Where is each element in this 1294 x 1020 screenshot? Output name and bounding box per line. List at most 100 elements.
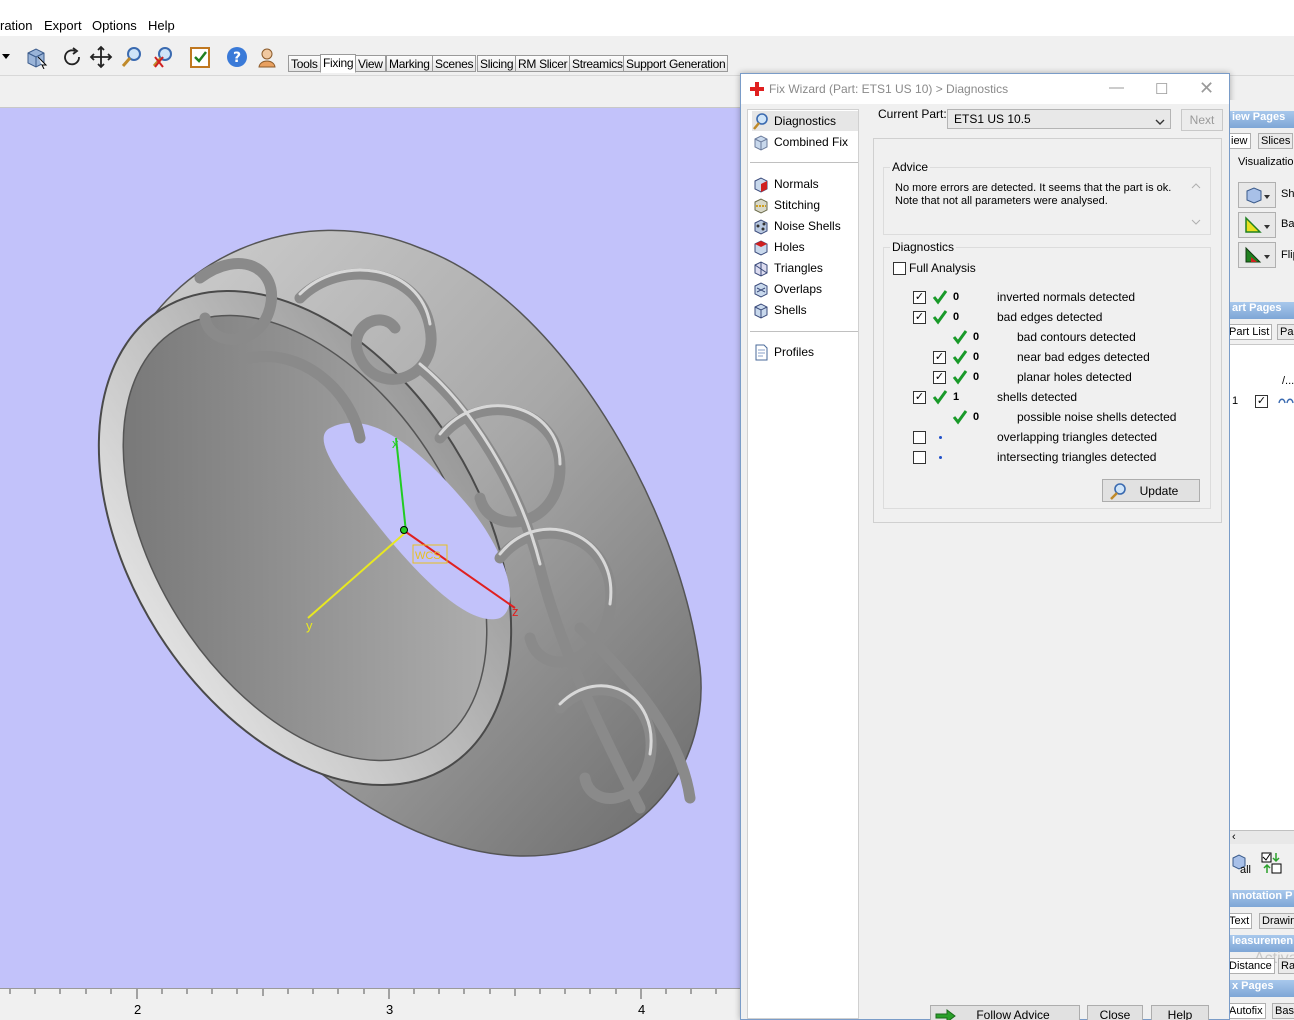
pan-icon[interactable] (87, 43, 115, 71)
close-icon[interactable]: ✕ (1199, 78, 1214, 99)
tab-view-page[interactable]: iew (1230, 133, 1251, 149)
nav-holes[interactable]: Holes (752, 237, 858, 257)
shells-label: shells detected (997, 390, 1078, 404)
nav-overlaps-label: Overlaps (774, 282, 823, 296)
scroll-left-icon: ‹ (1232, 831, 1236, 843)
tab-rm-slicer[interactable]: RM Slicer (515, 55, 571, 72)
tab-drawing[interactable]: Drawin (1259, 913, 1294, 929)
nav-normals[interactable]: Normals (752, 174, 858, 194)
next-button[interactable]: Next (1181, 109, 1223, 131)
near-bad-edges-checkbox[interactable]: ✓ (933, 351, 946, 364)
menu-item-export[interactable]: Export (44, 18, 82, 33)
current-part-value: ETS1 US 10.5 (954, 112, 1031, 126)
fix-pages-header[interactable]: x Pages (1230, 980, 1294, 997)
dropdown-arrow-icon[interactable] (0, 43, 12, 71)
green-check-icon (952, 370, 968, 385)
nav-combined-fix-label: Combined Fix (774, 135, 849, 149)
row-number: 1 (1232, 395, 1239, 407)
zoom-fit-icon[interactable] (149, 43, 177, 71)
part-pages-header[interactable]: art Pages (1230, 302, 1294, 319)
nav-diagnostics[interactable]: Diagnostics (752, 111, 858, 131)
tab-basic[interactable]: Basi (1272, 1003, 1294, 1019)
wizard-nav: Diagnostics Combined Fix Normals Stitchi… (747, 109, 859, 1019)
overlapping-triangles-label: overlapping triangles detected (997, 430, 1158, 444)
view-pages-header[interactable]: iew Pages (1230, 111, 1294, 128)
shade-mode-button[interactable] (1238, 182, 1276, 208)
advice-scrollbar[interactable] (1190, 182, 1202, 226)
noise-shells-icon (754, 219, 768, 235)
tab-slices[interactable]: Slices (1258, 133, 1294, 149)
tab-streamics[interactable]: Streamics (569, 55, 626, 72)
tab-ra[interactable]: Ra (1278, 958, 1294, 974)
annotation-pages-header[interactable]: nnotation P (1230, 890, 1294, 907)
chevron-down-icon (1155, 115, 1165, 129)
green-check-icon (932, 310, 948, 325)
nav-shells[interactable]: Shells (752, 300, 858, 320)
minimize-icon[interactable]: — (1109, 79, 1124, 96)
badedges-mode-button[interactable] (1238, 212, 1276, 238)
tab-fixing[interactable]: Fixing (320, 54, 357, 73)
ring-model: WCS x y z (97, 229, 702, 857)
content-panel: Advice No more errors are detected. It s… (873, 138, 1222, 523)
follow-advice-button[interactable]: Follow Advice (930, 1005, 1080, 1020)
current-part-select[interactable]: ETS1 US 10.5 (947, 109, 1171, 129)
tab-text[interactable]: Text (1230, 913, 1253, 929)
nav-profiles[interactable]: Profiles (752, 342, 858, 362)
maximize-icon[interactable]: ☐ (1155, 80, 1168, 98)
svg-text:?: ? (233, 50, 241, 66)
follow-advice-label: Follow Advice (976, 1008, 1050, 1020)
tab-marking[interactable]: Marking (386, 55, 433, 72)
menu-item-options[interactable]: Options (92, 18, 137, 33)
rotate-icon[interactable] (58, 43, 86, 71)
checklist-icon[interactable] (186, 43, 214, 71)
current-part-label: Current Part: (878, 107, 947, 121)
close-button[interactable]: Close (1087, 1005, 1143, 1020)
full-analysis-checkbox[interactable] (893, 262, 906, 275)
nav-combined-fix[interactable]: Combined Fix (752, 132, 858, 152)
menu-item-help[interactable]: Help (148, 18, 175, 33)
zoom-icon[interactable] (118, 43, 146, 71)
update-button[interactable]: Update (1102, 479, 1200, 502)
part-select-icon[interactable] (22, 43, 50, 71)
update-label: Update (1139, 483, 1179, 498)
green-check-icon (932, 390, 948, 405)
near-bad-edges-count: 0 (973, 351, 980, 363)
menu-item-generation[interactable]: ration (0, 18, 33, 33)
shells-checkbox[interactable]: ✓ (913, 391, 926, 404)
nav-holes-label: Holes (774, 240, 805, 254)
tab-slicing[interactable]: Slicing (477, 55, 517, 72)
tab-view[interactable]: View (355, 55, 386, 72)
tab-support-generation[interactable]: Support Generation (623, 55, 729, 72)
assistant-icon[interactable] (253, 43, 281, 71)
overlapping-triangles-checkbox[interactable] (913, 431, 926, 444)
planar-holes-label: planar holes detected (1017, 370, 1132, 384)
part-visible-checkbox[interactable]: ✓ (1255, 395, 1268, 408)
intersecting-triangles-checkbox[interactable] (913, 451, 926, 464)
tab-scenes[interactable]: Scenes (432, 55, 477, 72)
planar-holes-checkbox[interactable]: ✓ (933, 371, 946, 384)
flip-mode-button[interactable] (1238, 242, 1276, 268)
bad-contours-count: 0 (973, 331, 980, 343)
full-analysis-label: Full Analysis (909, 261, 976, 275)
horizontal-scrollbar[interactable]: ‹ (1230, 830, 1294, 844)
tab-part-par[interactable]: Par (1277, 324, 1294, 340)
help-icon[interactable]: ? (223, 43, 251, 71)
fix-wizard-dialog: Fix Wizard (Part: ETS1 US 10) > Diagnost… (740, 73, 1230, 1020)
inverted-normals-checkbox[interactable]: ✓ (913, 291, 926, 304)
magnifier-icon (1110, 483, 1126, 500)
right-side-panel: iew Pages iew Slices Visualization Sh Ba… (1230, 100, 1294, 1020)
tab-autofix[interactable]: Autofix (1230, 1003, 1266, 1019)
tab-distance[interactable]: Distance (1230, 958, 1275, 974)
nav-stitching[interactable]: Stitching (752, 195, 858, 215)
3d-viewport[interactable]: WCS x y z (0, 108, 740, 988)
nav-noise-shells[interactable]: Noise Shells (752, 216, 858, 236)
nav-overlaps[interactable]: Overlaps (752, 279, 858, 299)
nav-triangles[interactable]: Triangles (752, 258, 858, 278)
tab-part-list[interactable]: Part List (1230, 324, 1273, 340)
help-button[interactable]: Help (1151, 1005, 1209, 1020)
toggle-checkboxes-icon[interactable] (1260, 850, 1286, 876)
shells-count: 1 (953, 391, 960, 403)
tab-tools[interactable]: Tools (288, 55, 321, 72)
nav-noise-shells-label: Noise Shells (774, 219, 841, 233)
bad-edges-checkbox[interactable]: ✓ (913, 311, 926, 324)
